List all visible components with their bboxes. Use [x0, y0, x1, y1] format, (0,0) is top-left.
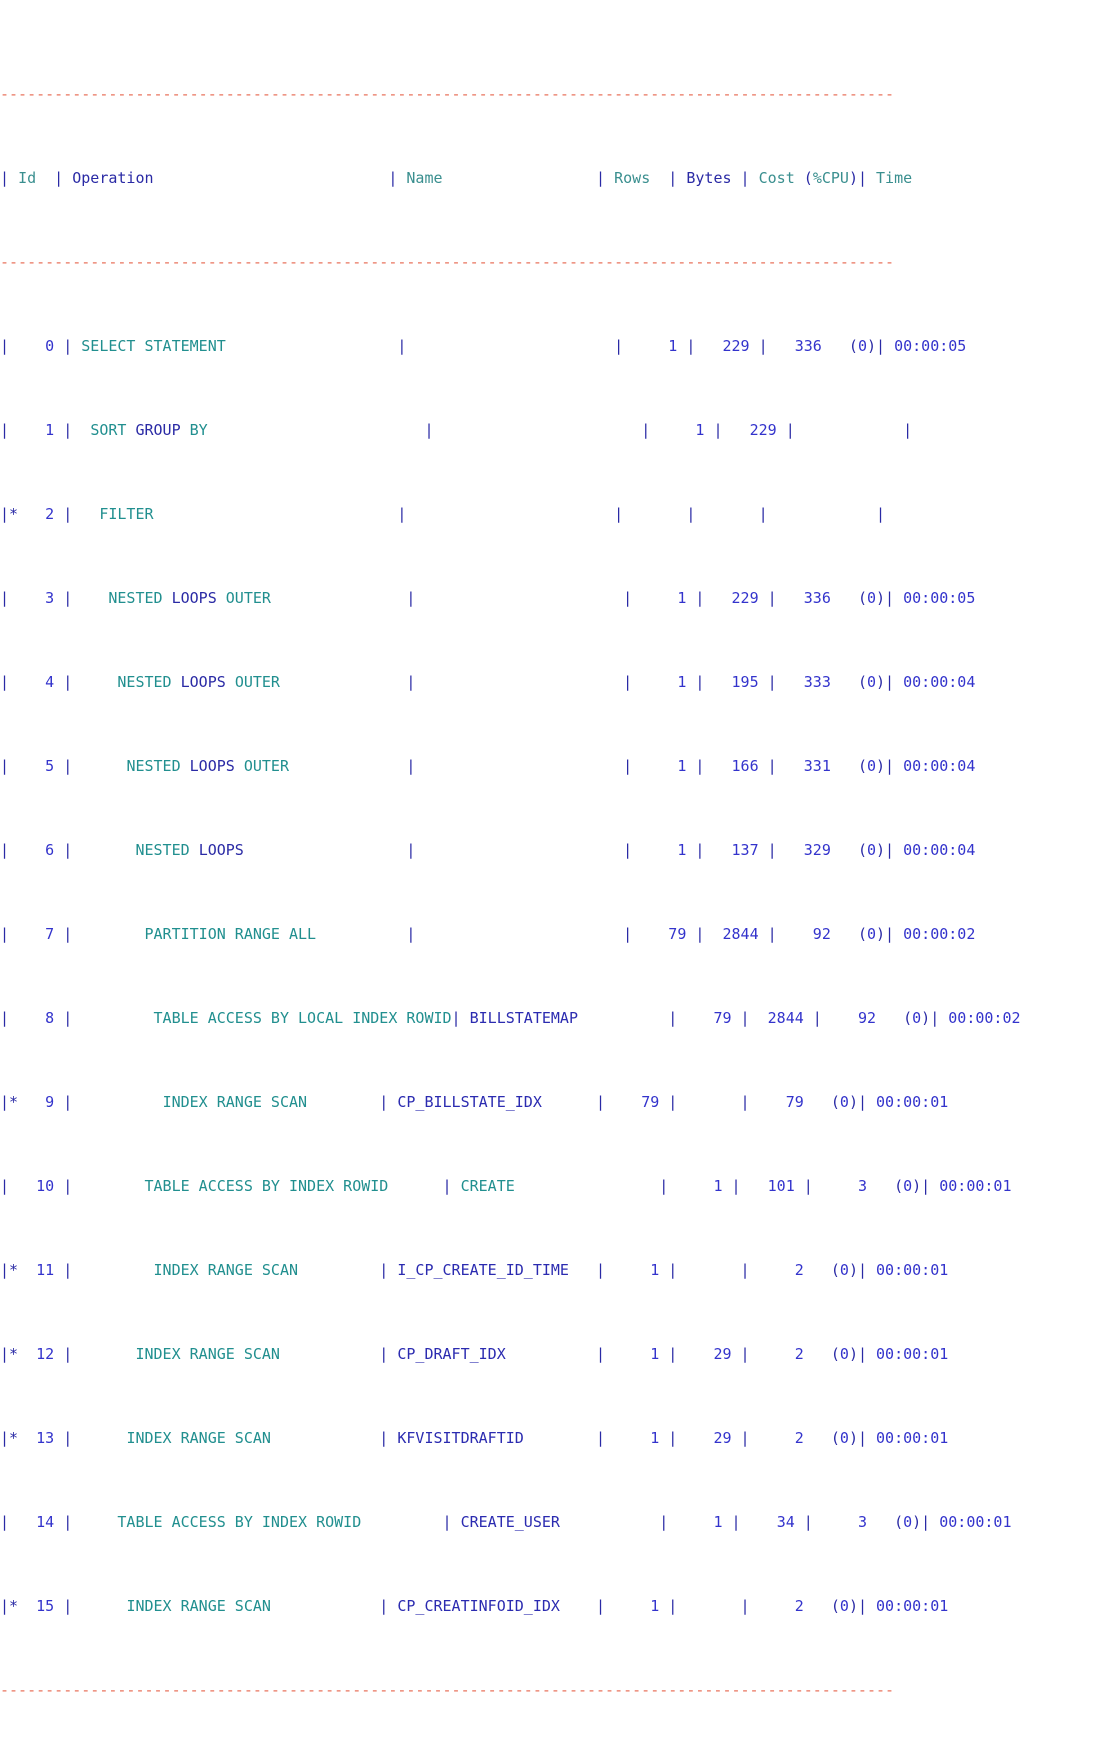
table-row: |* 11 | INDEX RANGE SCAN | I_CP_CREATE_I… [0, 1261, 949, 1279]
table-row: |* 2 | FILTER | | | | | [0, 505, 886, 523]
table-row: |* 15 | INDEX RANGE SCAN | CP_CREATINFOI… [0, 1597, 949, 1615]
table-row: | 10 | TABLE ACCESS BY INDEX ROWID | CRE… [0, 1177, 1012, 1195]
table-row: | 8 | TABLE ACCESS BY LOCAL INDEX ROWID|… [0, 1009, 1021, 1027]
separator-line-top: ----------------------------------------… [0, 85, 895, 103]
table-row: | 4 | NESTED LOOPS OUTER | | 1 | 195 | 3… [0, 673, 976, 691]
table-row: | 3 | NESTED LOOPS OUTER | | 1 | 229 | 3… [0, 589, 976, 607]
table-row: | 14 | TABLE ACCESS BY INDEX ROWID | CRE… [0, 1513, 1012, 1531]
table-row: |* 13 | INDEX RANGE SCAN | KFVISITDRAFTI… [0, 1429, 949, 1447]
separator-line-bottom: ----------------------------------------… [0, 1681, 895, 1699]
sql-plan-output: ----------------------------------------… [0, 0, 1111, 1752]
table-row: | 0 | SELECT STATEMENT | | 1 | 229 | 336… [0, 337, 967, 355]
table-row: | 7 | PARTITION RANGE ALL | | 79 | 2844 … [0, 925, 976, 943]
table-row: | 6 | NESTED LOOPS | | 1 | 137 | 329 (0)… [0, 841, 976, 859]
table-row: |* 12 | INDEX RANGE SCAN | CP_DRAFT_IDX … [0, 1345, 949, 1363]
separator-line-header: ----------------------------------------… [0, 253, 895, 271]
table-row: | 5 | NESTED LOOPS OUTER | | 1 | 166 | 3… [0, 757, 976, 775]
table-row: |* 9 | INDEX RANGE SCAN | CP_BILLSTATE_I… [0, 1093, 949, 1111]
table-row: | 1 | SORT GROUP BY | | 1 | 229 | | [0, 421, 913, 439]
plan-table-header-row: | Id | Operation | Name | Rows | Bytes |… [0, 169, 913, 187]
